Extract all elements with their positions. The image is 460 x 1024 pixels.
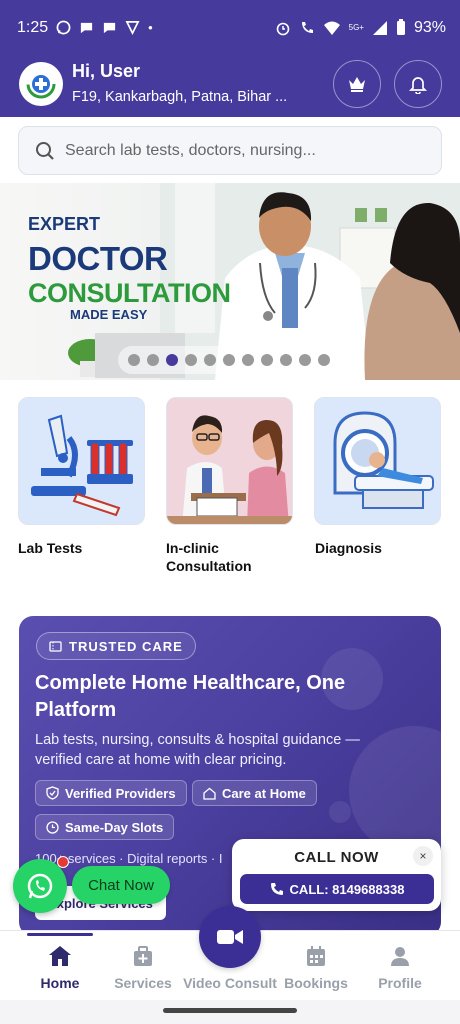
trusted-care-text: TRUSTED CARE <box>69 638 183 654</box>
phone-icon <box>270 883 283 895</box>
vpn-notification-icon <box>125 21 140 35</box>
more-dot-icon: • <box>148 20 153 35</box>
category-lab-tests-card[interactable] <box>18 397 145 525</box>
location-address[interactable]: F19, Kankarbagh, Patna, Bihar ... <box>72 89 307 105</box>
banner-made-easy-text: MADE EASY <box>70 307 148 322</box>
decor-bubble <box>329 801 351 823</box>
nav-active-indicator <box>27 933 93 936</box>
cell-signal-icon <box>372 20 387 35</box>
app-header: 1:25 • 5G+ 93% Hi, User F19, Kankarbagh,… <box>0 0 460 117</box>
banner-consultation-text: CONSULTATION <box>28 278 231 308</box>
banner-expert-text: EXPERT <box>28 214 101 234</box>
message-notification-icon <box>81 22 93 34</box>
chip-care-at-home: Care at Home <box>192 780 317 806</box>
chip-same-day-label: Same-Day Slots <box>65 819 164 835</box>
nav-profile-label: Profile <box>378 975 422 991</box>
carousel-dot[interactable] <box>204 354 216 366</box>
battery-icon <box>396 19 405 35</box>
search-bar[interactable]: Search lab tests, doctors, nursing... <box>18 126 442 175</box>
category-lab-tests-label[interactable]: Lab Tests <box>18 539 82 557</box>
alarm-icon <box>276 22 289 35</box>
system-icons: 5G+ 93% <box>275 19 446 37</box>
battery-percent: 93% <box>413 18 446 36</box>
nav-bookings[interactable]: Bookings <box>274 931 358 1001</box>
bell-icon <box>408 77 428 94</box>
nav-bookings-label: Bookings <box>284 975 348 991</box>
nav-home[interactable]: Home <box>18 931 102 1001</box>
search-placeholder: Search lab tests, doctors, nursing... <box>65 141 316 159</box>
care-card-description: Lab tests, nursing, consults & hospital … <box>35 732 360 768</box>
carousel-dot[interactable] <box>261 354 273 366</box>
chip-same-day-slots: Same-Day Slots <box>35 814 175 840</box>
notification-icons: • <box>56 20 153 35</box>
call-now-title: CALL NOW <box>294 849 379 866</box>
nav-services-label: Services <box>114 975 172 991</box>
search-icon <box>36 141 54 160</box>
greeting-text: Hi, User <box>72 61 141 81</box>
network-type: 5G+ <box>348 23 364 32</box>
category-in-clinic-card[interactable] <box>166 397 293 525</box>
category-diagnosis-label[interactable]: Diagnosis <box>315 539 382 557</box>
wifi-icon <box>323 21 340 35</box>
care-card-title: Complete Home Healthcare, One Platform <box>35 672 346 721</box>
carousel-dot[interactable] <box>147 354 159 366</box>
trusted-care-badge: TRUSTED CARE <box>36 632 196 660</box>
home-icon <box>49 946 71 966</box>
chat-notification-icon <box>104 22 116 34</box>
call-phone-label: CALL: 8149688338 <box>289 881 405 897</box>
chip-verified-label: Verified Providers <box>65 785 176 801</box>
call-phone-button[interactable]: CALL: 8149688338 <box>240 874 434 904</box>
category-diagnosis-card[interactable] <box>314 397 441 525</box>
microscope-icon <box>31 414 133 517</box>
carousel-dot[interactable] <box>166 354 178 366</box>
call-now-popup: CALL NOW × CALL: 8149688338 <box>232 839 441 911</box>
nav-home-label: Home <box>40 975 80 991</box>
status-bar: 1:25 • 5G+ 93% <box>0 0 460 55</box>
whatsapp-notification-icon <box>56 20 71 35</box>
clock-icon <box>46 820 59 834</box>
ticket-icon <box>49 640 62 652</box>
whatsapp-notification-dot <box>57 856 69 868</box>
close-icon[interactable]: × <box>413 846 433 866</box>
mri-scanner-icon <box>333 411 434 509</box>
promo-banner[interactable]: EXPERT DOCTOR CONSULTATION MADE EASY <box>0 183 460 380</box>
category-in-clinic-label[interactable]: In-clinic Consultation <box>166 539 286 575</box>
shield-check-icon <box>46 786 59 800</box>
doctor-patient-icon <box>167 398 292 524</box>
wifi-call-icon <box>301 21 313 33</box>
nav-services[interactable]: Services <box>101 931 185 1001</box>
app-screen: 1:25 • 5G+ 93% Hi, User F19, Kankarbagh,… <box>0 0 460 1024</box>
carousel-dot[interactable] <box>128 354 140 366</box>
house-icon <box>203 787 216 800</box>
notifications-button[interactable] <box>394 60 442 108</box>
carousel-dot[interactable] <box>318 354 330 366</box>
whatsapp-icon <box>27 873 53 899</box>
carousel-indicator <box>118 346 340 374</box>
carousel-dot[interactable] <box>185 354 197 366</box>
carousel-dot[interactable] <box>223 354 235 366</box>
nav-video-consult-label[interactable]: Video Consult <box>180 975 280 991</box>
nav-profile[interactable]: Profile <box>358 931 442 1001</box>
video-consult-button[interactable] <box>199 906 261 968</box>
gesture-handle[interactable] <box>163 1008 297 1013</box>
carousel-dot[interactable] <box>242 354 254 366</box>
app-logo[interactable] <box>19 62 63 106</box>
chip-care-home-label: Care at Home <box>222 785 306 801</box>
user-icon <box>391 947 409 966</box>
medical-cross-logo-icon <box>26 69 56 99</box>
premium-button[interactable] <box>333 60 381 108</box>
carousel-dot[interactable] <box>280 354 292 366</box>
banner-doctor-text: DOCTOR <box>28 240 168 277</box>
carousel-dot[interactable] <box>299 354 311 366</box>
chat-now-button[interactable]: Chat Now <box>72 866 170 904</box>
medical-bag-icon <box>134 946 152 966</box>
crown-icon <box>349 77 365 92</box>
calendar-icon <box>307 946 325 966</box>
chip-verified-providers: Verified Providers <box>35 780 187 806</box>
status-time: 1:25 <box>17 18 49 36</box>
video-camera-icon <box>217 930 243 944</box>
